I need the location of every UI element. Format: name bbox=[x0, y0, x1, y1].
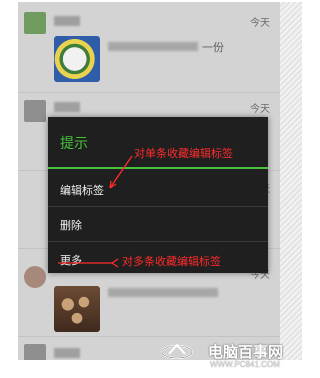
watermark: 电脑百事网 WWW.PC841.COM bbox=[160, 340, 310, 370]
avatar bbox=[24, 266, 46, 288]
image-thumbnail[interactable] bbox=[54, 36, 100, 82]
list-item[interactable]: 今天 一份 bbox=[18, 2, 280, 93]
menu-item-label: 更多 bbox=[60, 255, 82, 267]
menu-item-edit-tags[interactable]: 编辑标签 bbox=[48, 172, 268, 206]
menu-item-label: 删除 bbox=[60, 220, 82, 232]
blurred-text bbox=[108, 42, 198, 51]
options-dialog: 提示 编辑标签 删除 更多 bbox=[48, 117, 268, 273]
favorites-list: 今天 一份 今天 战 今天 今天 提示 bbox=[18, 2, 280, 360]
site-logo-icon bbox=[161, 343, 193, 359]
background-strip bbox=[280, 2, 302, 360]
avatar bbox=[24, 12, 46, 34]
dialog-title: 提示 bbox=[60, 135, 88, 151]
timestamp: 今天 bbox=[250, 18, 270, 29]
avatar bbox=[24, 100, 46, 122]
annotation-multiple: 对多条收藏编辑标签 bbox=[122, 256, 221, 268]
timestamp: 今天 bbox=[250, 104, 270, 115]
watermark-title: 电脑百事网 bbox=[208, 344, 284, 361]
menu-item-delete[interactable]: 删除 bbox=[48, 207, 268, 241]
avatar bbox=[24, 344, 46, 360]
blurred-name bbox=[54, 102, 80, 112]
screenshot-stage: 今天 一份 今天 战 今天 今天 提示 bbox=[0, 0, 316, 378]
title-divider bbox=[48, 167, 268, 169]
blurred-name bbox=[54, 348, 80, 358]
image-thumbnail[interactable] bbox=[54, 286, 100, 332]
blurred-text bbox=[108, 288, 218, 297]
watermark-url: WWW.PC841.COM bbox=[210, 360, 280, 369]
blurred-name bbox=[54, 16, 80, 26]
item-text: 一份 bbox=[202, 42, 224, 54]
annotation-single: 对单条收藏编辑标签 bbox=[134, 148, 233, 160]
menu-item-label: 编辑标签 bbox=[60, 185, 104, 197]
